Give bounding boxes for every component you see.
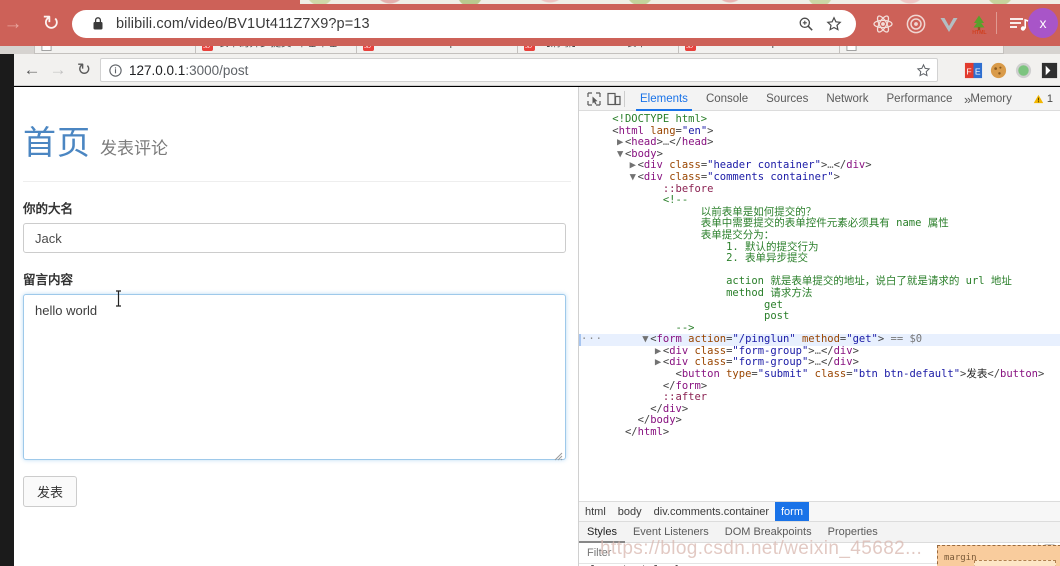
name-form-group: 你的大名 <box>23 198 571 253</box>
page-title: 首页 <box>23 123 91 162</box>
style-pane-tab[interactable]: DOM Breakpoints <box>717 522 820 543</box>
overlay-forward-arrow-icon[interactable]: → <box>2 13 24 35</box>
box-model-diagram: margin <box>937 545 1060 566</box>
warning-count: 1 <box>1046 93 1053 105</box>
svg-text:F: F <box>966 66 971 76</box>
tab-console[interactable]: Console <box>697 87 757 111</box>
url-path: :3000/post <box>185 63 249 78</box>
forward-arrow-icon[interactable]: → <box>48 60 68 80</box>
decorative-wallpaper <box>300 0 1060 4</box>
tab-network[interactable]: Network <box>817 87 877 111</box>
content-form-group: 留言内容 hello world <box>23 269 571 461</box>
dom-tree[interactable]: <!DOCTYPE html> <html lang="en"> ▶ <head>… <box>579 111 1060 501</box>
avatar[interactable]: x <box>1028 8 1058 38</box>
vue-devtools-icon[interactable] <box>938 13 960 35</box>
address-bar[interactable]: 127.0.0.1:3000/post <box>100 58 938 82</box>
style-pane-tabs[interactable]: Styles Event Listeners DOM Breakpoints Prop… <box>579 522 1060 543</box>
dom-tree-line[interactable]: <!-- <box>579 194 1060 207</box>
target-circle-icon[interactable] <box>905 13 927 35</box>
dom-tree-line[interactable]: 表单提交分为： <box>579 229 1060 242</box>
tab-elements[interactable]: Elements <box>631 87 697 111</box>
name-input[interactable] <box>23 223 566 253</box>
svg-text:E: E <box>975 66 981 76</box>
box-model-border-area <box>974 560 1056 566</box>
overlay-url-text: bilibili.com/video/BV1Ut411Z7X9?p=13 <box>116 16 370 32</box>
browser-toolbar: ← → ↻ 127.0.0.1:3000/post FE <box>14 54 1060 86</box>
dom-tree-line[interactable]: ▼ <div class="comments container"> <box>579 171 1060 184</box>
content-label: 留言内容 <box>23 272 74 287</box>
page-viewport: 首页发表评论 你的大名 留言内容 hello world 发表 <box>14 87 578 566</box>
overlay-address-bar[interactable]: bilibili.com/video/BV1Ut411Z7X9?p=13 <box>72 10 856 38</box>
submit-button[interactable]: 发表 <box>23 476 78 507</box>
text-cursor-icon <box>115 290 122 307</box>
page-container: 首页发表评论 你的大名 留言内容 hello world 发表 <box>23 87 571 507</box>
svg-text:HTML: HTML <box>972 30 987 35</box>
page-subtitle: 发表评论 <box>100 139 168 159</box>
zoom-in-icon[interactable] <box>798 16 814 32</box>
page-header: 首页 发表评论 <box>23 116 571 182</box>
address-bar-url: 127.0.0.1:3000/post <box>129 62 909 80</box>
overlay-browser-bar: → ↻ bilibili.com/video/BV1Ut411Z7X9?p=13… <box>0 0 1060 46</box>
chrome-browser-window: Document✕JD表单的异步提交-哔哩哔哩✕JDview-source:ht… <box>0 0 1060 566</box>
devtools-tab-list: Elements Console Sources Network Performance… <box>631 87 1021 111</box>
content-textarea-wrapper: hello world <box>23 294 566 461</box>
more-tabs-icon[interactable]: » <box>964 87 971 112</box>
style-pane-tab[interactable]: Properties <box>820 522 886 543</box>
screenshot-root: Document✕JD表单的异步提交-哔哩哔哩✕JDview-source:ht… <box>0 0 1060 566</box>
url-host: 127.0.0.1 <box>129 63 186 78</box>
filter-input[interactable]: Filter <box>587 546 611 561</box>
reading-list-icon[interactable] <box>1008 13 1030 35</box>
back-arrow-icon[interactable]: ← <box>22 60 42 80</box>
react-devtools-icon[interactable] <box>872 13 894 35</box>
overlay-reload-icon[interactable]: ↻ <box>38 11 64 37</box>
expand-toggle-icon[interactable]: ▼ <box>630 171 638 184</box>
dom-tree-line[interactable]: 2. 表单异步提交 <box>579 252 1060 265</box>
breadcrumb-item[interactable]: body <box>612 502 648 521</box>
content-textarea[interactable]: hello world <box>23 294 566 460</box>
breadcrumb[interactable]: html body div.comments.container form <box>579 501 1060 522</box>
devtools-panel: Elements Console Sources Network Performance… <box>578 87 1060 566</box>
tab-performance[interactable]: Performance <box>878 87 962 111</box>
dom-tree-line[interactable]: method 请求方法 <box>579 287 1060 300</box>
box-model-margin-label: margin <box>944 553 977 563</box>
breadcrumb-item[interactable]: form <box>775 502 809 521</box>
breadcrumb-item[interactable]: html <box>579 502 612 521</box>
cookie-icon[interactable] <box>989 61 1008 80</box>
lock-icon <box>92 16 104 31</box>
reload-icon[interactable]: ↻ <box>74 60 94 80</box>
fe-helper-icon[interactable]: FE <box>964 61 983 80</box>
dark-square-icon[interactable] <box>1040 61 1059 80</box>
name-label: 你的大名 <box>23 201 74 216</box>
device-toolbar-icon[interactable] <box>606 91 622 107</box>
overlay-divider <box>996 12 997 34</box>
overlay-star-icon[interactable] <box>826 16 842 32</box>
devtools-toolbar: Elements Console Sources Network Performance… <box>579 87 1060 111</box>
warning-triangle-icon <box>1033 94 1044 108</box>
tab-sources[interactable]: Sources <box>757 87 817 111</box>
warning-indicator[interactable]: 1 <box>1033 92 1053 108</box>
inspect-element-icon[interactable] <box>586 91 602 107</box>
dom-tree-line[interactable]: </html> <box>579 426 1060 439</box>
dom-tree-line[interactable]: post <box>579 310 1060 323</box>
style-pane-tab[interactable]: Styles <box>579 522 625 543</box>
dom-tree-line[interactable]: <button type="submit" class="btn btn-def… <box>579 368 1060 381</box>
window-left-edge <box>0 36 14 566</box>
html-tree-icon[interactable]: HTML <box>968 13 990 36</box>
star-icon[interactable] <box>916 63 931 78</box>
style-pane-tab[interactable]: Event Listeners <box>625 522 717 543</box>
info-circle-icon[interactable] <box>108 63 123 78</box>
green-circle-icon[interactable] <box>1014 61 1033 80</box>
breadcrumb-item[interactable]: div.comments.container <box>648 502 775 521</box>
toolbar-divider <box>624 91 625 107</box>
